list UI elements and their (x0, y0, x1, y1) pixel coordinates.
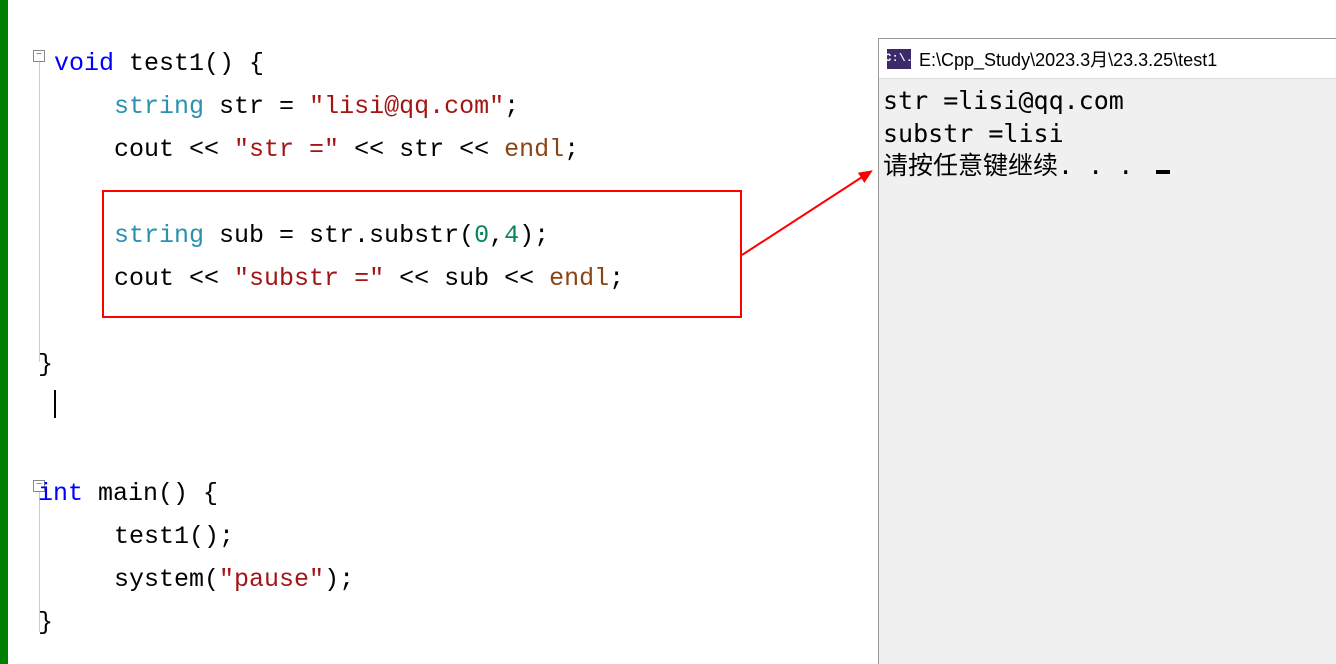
fold-guide-line (39, 62, 40, 362)
code-line[interactable]: void test1() { (54, 42, 264, 85)
console-line: substr =lisi (883, 118, 1332, 151)
string-literal: "pause" (219, 565, 324, 594)
code-line[interactable]: string sub = str.substr(0,4); (54, 214, 549, 257)
code-line[interactable]: cout << "str =" << str << endl; (54, 128, 579, 171)
text-caret (54, 390, 56, 418)
fold-toggle-icon[interactable]: − (33, 50, 45, 62)
code-editor[interactable]: − − void test1() { string str = "lisi@qq… (8, 0, 878, 664)
code-line[interactable]: int main() { (38, 472, 218, 515)
change-marker-bar (0, 0, 8, 664)
keyword-void: void (54, 49, 114, 78)
keyword-int: int (38, 479, 83, 508)
number-literal: 0 (474, 221, 489, 250)
console-output[interactable]: str =lisi@qq.com substr =lisi 请按任意键继续. .… (879, 79, 1336, 189)
string-literal: "lisi@qq.com" (309, 92, 504, 121)
code-line[interactable]: } (38, 601, 53, 644)
console-app-icon: C:\. (887, 49, 911, 69)
number-literal: 4 (504, 221, 519, 250)
console-cursor-icon (1156, 170, 1170, 174)
console-title: E:\Cpp_Study\2023.3月\23.3.25\test1 (919, 46, 1217, 72)
console-line: 请按任意键继续. . . (883, 150, 1332, 183)
console-titlebar[interactable]: C:\. E:\Cpp_Study\2023.3月\23.3.25\test1 (879, 39, 1336, 79)
code-line[interactable]: cout << "substr =" << sub << endl; (54, 257, 624, 300)
string-literal: "substr =" (234, 264, 384, 293)
type-string: string (114, 221, 204, 250)
console-window: C:\. E:\Cpp_Study\2023.3月\23.3.25\test1 … (878, 38, 1336, 664)
string-literal: "str =" (234, 135, 339, 164)
console-line: str =lisi@qq.com (883, 85, 1332, 118)
type-string: string (114, 92, 204, 121)
code-line[interactable]: string str = "lisi@qq.com"; (54, 85, 519, 128)
code-line[interactable]: system("pause"); (54, 558, 354, 601)
code-line[interactable]: test1(); (54, 515, 234, 558)
code-line[interactable]: } (38, 343, 53, 386)
